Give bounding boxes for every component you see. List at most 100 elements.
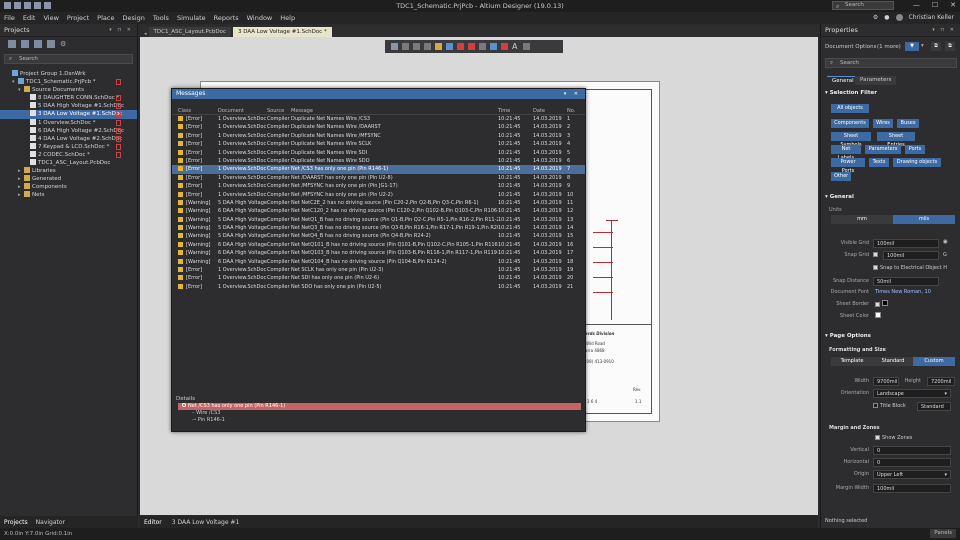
tree-item[interactable]: 2 CODEC.SchDoc * <box>0 150 137 159</box>
origin-select[interactable]: Upper Left ▾ <box>873 470 951 479</box>
message-row[interactable]: [Error] 1 Overview.SchDoc Compiler Duplicat… <box>172 140 585 148</box>
message-row[interactable]: [Warning] 6 DAA High Voltage Compiler Net N… <box>172 249 585 257</box>
menu-file[interactable]: File <box>4 14 15 22</box>
message-row[interactable]: [Error] 1 Overview.SchDoc Compiler Net /CS3… <box>172 165 585 174</box>
tab-navigator[interactable]: Navigator <box>36 519 65 526</box>
place-part-icon[interactable] <box>435 43 442 50</box>
document-font-link[interactable]: Times New Roman, 10 <box>875 289 931 295</box>
column-message[interactable]: Message <box>291 107 498 114</box>
selection-filter-heading[interactable]: ▾ Selection Filter <box>825 90 877 96</box>
filter-ports[interactable]: Ports <box>905 145 925 154</box>
wire-icon[interactable] <box>446 43 453 50</box>
message-row[interactable]: [Error] 1 Overview.SchDoc Compiler Net /MFS… <box>172 191 585 199</box>
filter-power-ports[interactable]: Power Ports <box>831 158 865 174</box>
orientation-select[interactable]: Landscape ▾ <box>873 389 951 398</box>
tree-item[interactable]: 1 Overview.SchDoc * <box>0 118 137 127</box>
details-sub-item[interactable]: ⊸ Pin R146-1 <box>192 417 585 424</box>
tree-item[interactable]: ▸ Libraries <box>0 167 137 175</box>
port-icon[interactable] <box>490 43 497 50</box>
filter-texts[interactable]: Texts <box>869 158 889 167</box>
minimize-button[interactable]: — <box>913 1 920 9</box>
copy-icon[interactable]: ⧉ <box>931 42 941 51</box>
paste-icon[interactable]: ⧉ <box>945 42 955 51</box>
panel-controls[interactable]: ▾ ⊓ ✕ <box>109 27 133 33</box>
align-icon[interactable] <box>424 43 431 50</box>
margin-width-input[interactable]: 100mil <box>873 484 951 493</box>
tree-item[interactable]: TDC1_ASC_Layout.PcbDoc <box>0 159 137 167</box>
tab-schematic[interactable]: 3 DAA Low Voltage #1.SchDoc * <box>232 27 332 37</box>
sheet-color-swatch[interactable] <box>875 312 881 320</box>
menu-view[interactable]: View <box>43 14 58 22</box>
visible-grid-input[interactable]: 100mil <box>873 239 939 248</box>
filter-sheet-symbols[interactable]: Sheet Symbols <box>831 132 871 148</box>
message-row[interactable]: [Error] 1 Overview.SchDoc Compiler Duplicat… <box>172 157 585 165</box>
menu-place[interactable]: Place <box>97 14 114 22</box>
tab-editor[interactable]: Editor <box>144 519 162 526</box>
filter-icon[interactable] <box>391 43 398 50</box>
gnd-port-icon[interactable] <box>468 43 475 50</box>
filter-components[interactable]: Components <box>831 119 869 128</box>
details-main-item[interactable]: Net /CS3 has only one pin (Pin R146-1) <box>178 403 581 410</box>
maximize-button[interactable]: ☐ <box>932 1 938 9</box>
units-mm[interactable]: mm <box>831 215 893 224</box>
tree-item[interactable]: ▾ TDC1_Schematic.PrjPcb * <box>0 78 137 86</box>
snap-distance-input[interactable]: 50mil <box>873 277 939 286</box>
details-sub-item[interactable]: ⎯ Wire /CS3 <box>192 410 585 417</box>
show-zones-checkbox[interactable]: Show Zones <box>875 435 912 441</box>
tree-item[interactable]: 7 Keypad & LCD.SchDoc * <box>0 142 137 151</box>
tree-item[interactable]: 6 DAA High Voltage #2.SchDoc <box>0 126 137 135</box>
menu-project[interactable]: Project <box>67 14 89 22</box>
format-template[interactable]: Template <box>831 357 873 366</box>
tab-projects[interactable]: Projects <box>4 519 28 526</box>
column-source[interactable]: Source <box>267 107 291 114</box>
filter-drawing-objects[interactable]: Drawing objects <box>893 158 941 167</box>
title-block-checkbox[interactable]: Title Block <box>873 403 906 409</box>
height-input[interactable]: 7200mil <box>927 377 955 386</box>
page-options-heading[interactable]: ▾ Page Options <box>825 333 871 339</box>
column-time[interactable]: Time <box>498 107 533 114</box>
message-row[interactable]: [Error] 1 Overview.SchDoc Compiler Net SDI … <box>172 274 585 282</box>
sheet-border-checkbox[interactable] <box>875 300 888 308</box>
message-row[interactable]: [Warning] 5 DAA High Voltage Compiler Net N… <box>172 224 585 232</box>
gear-icon[interactable]: ⚙ <box>60 40 68 48</box>
filter-sheet-entries[interactable]: Sheet Entries <box>877 132 915 148</box>
message-row[interactable]: [Warning] 5 DAA High Voltage Compiler Net N… <box>172 216 585 224</box>
snap-grid-checkbox[interactable] <box>873 252 880 258</box>
menu-simulate[interactable]: Simulate <box>177 14 206 22</box>
general-heading[interactable]: ▾ General <box>825 194 854 200</box>
close-button[interactable]: ✕ <box>950 1 956 9</box>
projects-search-input[interactable]: ⌕ Search <box>4 54 133 64</box>
menu-help[interactable]: Help <box>280 14 295 22</box>
message-row[interactable]: [Error] 1 Overview.SchDoc Compiler Net SCLK… <box>172 266 585 274</box>
no-erc-icon[interactable] <box>501 43 508 50</box>
panel-controls[interactable]: ▾ ⊓ ✕ <box>932 27 956 33</box>
tab-parameters[interactable]: Parameters <box>855 76 897 85</box>
open-folder-icon[interactable] <box>34 40 42 48</box>
user-name[interactable]: Christian Keller <box>909 14 954 21</box>
tree-item[interactable]: ▸ Nets <box>0 191 137 199</box>
tab-document[interactable]: 3 DAA Low Voltage #1 <box>172 519 240 526</box>
tree-item[interactable]: ▾ Source Documents <box>0 86 137 94</box>
tree-item[interactable]: 8 DAUGHTER CONN.SchDoc * <box>0 94 137 102</box>
message-row[interactable]: [Warning] 6 DAA High Voltage Compiler Net N… <box>172 207 585 215</box>
tree-item[interactable]: 4 DAA Low Voltage #2.SchDoc <box>0 134 137 143</box>
tree-item[interactable]: ▸ Generated <box>0 175 137 183</box>
message-row[interactable]: [Error] 1 Overview.SchDoc Compiler Net SDO … <box>172 283 585 291</box>
snap-electrical-checkbox[interactable]: Snap to Electrical Object H <box>873 265 947 271</box>
tab-general[interactable]: General <box>827 76 859 85</box>
column-date[interactable]: Date <box>533 107 567 114</box>
tree-item[interactable]: Project Group 1.DsnWrk <box>0 70 137 78</box>
select-icon[interactable] <box>413 43 420 50</box>
power-port-icon[interactable] <box>457 43 464 50</box>
units-mils[interactable]: mils <box>893 215 955 224</box>
tree-item[interactable]: ▸ Components <box>0 183 137 191</box>
avatar[interactable] <box>895 14 903 21</box>
project-options-icon[interactable] <box>47 40 55 48</box>
title-block-select[interactable]: Standard <box>917 402 951 411</box>
filter-net-labels[interactable]: Net Labels <box>831 145 861 161</box>
notifications-icon[interactable]: ● <box>884 14 889 21</box>
column-class[interactable]: Class <box>172 107 218 114</box>
filter-parameters[interactable]: Parameters <box>865 145 901 154</box>
shapes-icon[interactable] <box>523 43 530 50</box>
message-row[interactable]: [Error] 1 Overview.SchDoc Compiler Duplicat… <box>172 115 585 123</box>
